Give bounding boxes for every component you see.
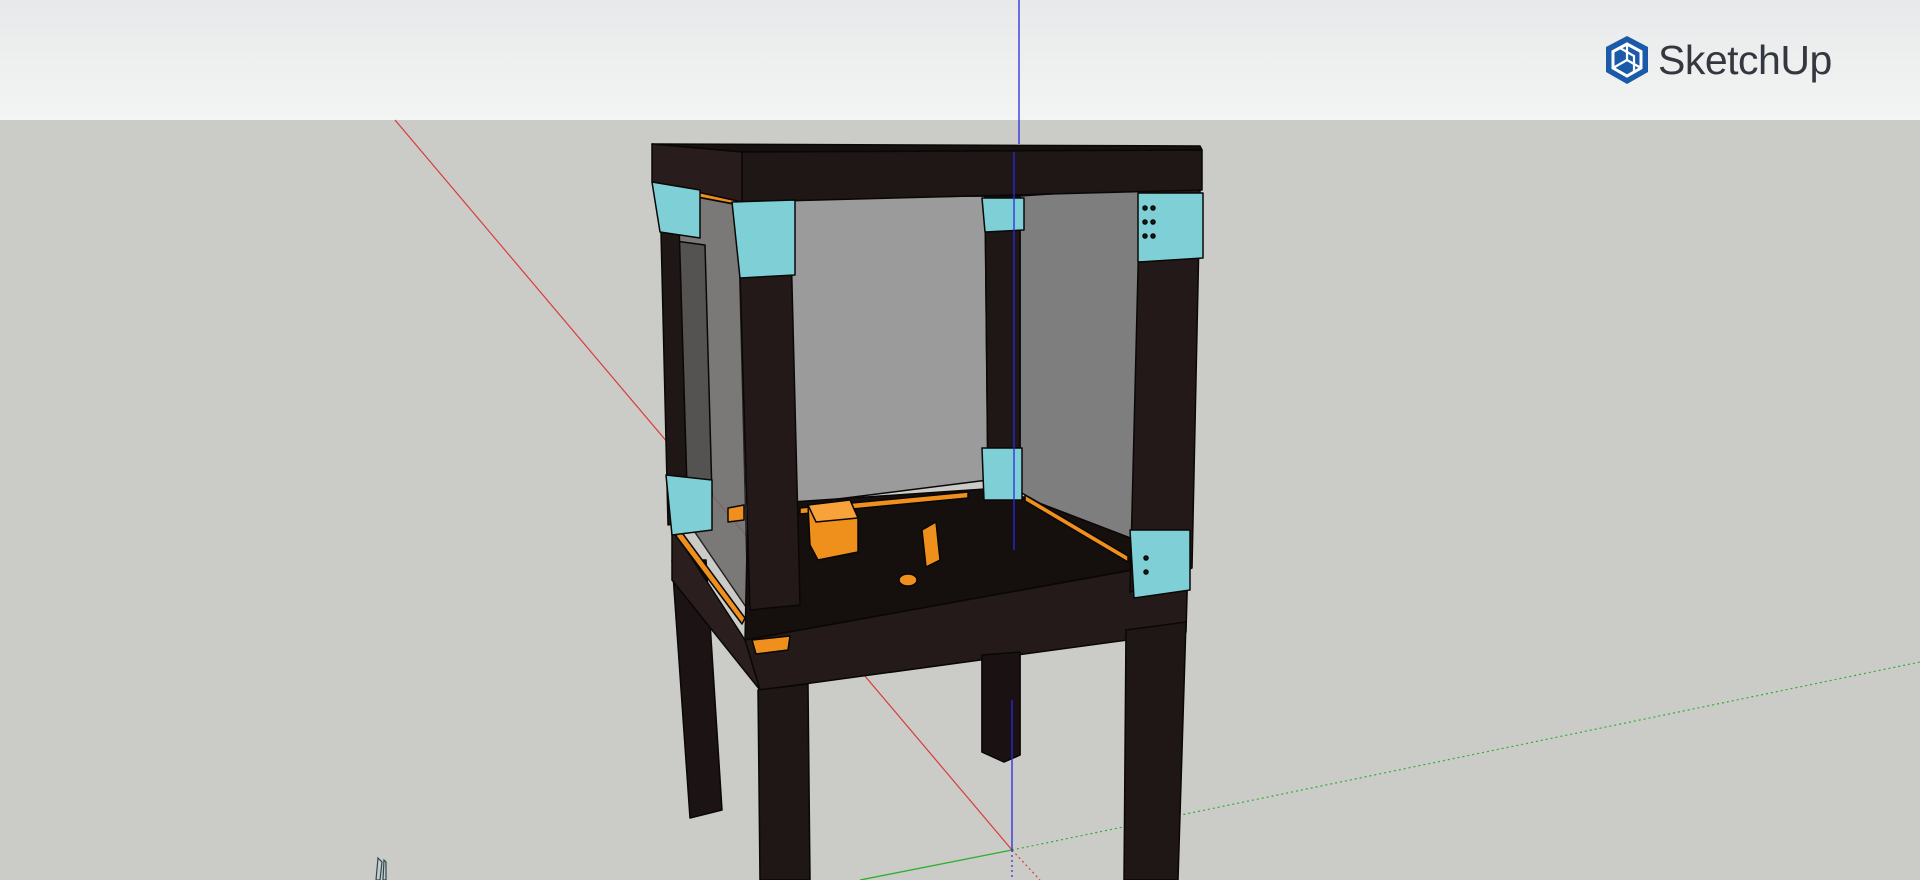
screw-hole [1142, 205, 1148, 211]
screw-hole [1150, 205, 1156, 211]
leg-front-left-lower[interactable] [757, 683, 811, 880]
orange-hinge-part[interactable] [921, 521, 941, 568]
brand-name: SketchUp [1658, 37, 1832, 83]
bracket-top-back-center[interactable] [981, 197, 1025, 233]
sketchup-cube-icon [1606, 36, 1648, 84]
bracket-top-front-left[interactable] [731, 199, 796, 279]
scale-figure[interactable] [375, 856, 387, 880]
bracket-top-back-left[interactable] [651, 181, 701, 239]
orange-spacer-part[interactable] [898, 573, 918, 587]
screw-hole [1142, 219, 1148, 225]
screw-hole [1143, 569, 1149, 575]
enclosure-model[interactable] [651, 143, 1204, 880]
screw-hole [1142, 233, 1148, 239]
red-axis-dotted-line [1011, 849, 1041, 880]
screw-hole [1150, 219, 1156, 225]
orange-small-part[interactable] [727, 504, 745, 523]
bracket-bottom-back-center[interactable] [981, 447, 1023, 501]
leg-front-right-lower[interactable] [1123, 621, 1187, 880]
green-axis-line [859, 849, 1013, 880]
sketchup-logo: SketchUp [1604, 34, 1832, 86]
bracket-top-front-right[interactable] [1137, 192, 1204, 263]
screw-hole [1143, 555, 1149, 561]
leg-back-center-lower[interactable] [981, 651, 1021, 763]
screw-hole [1150, 233, 1156, 239]
model-viewport[interactable] [0, 0, 1920, 880]
bracket-bottom-front-right[interactable] [1129, 529, 1191, 599]
glass-back-panel [789, 195, 989, 506]
bracket-bottom-back-left[interactable] [665, 474, 713, 536]
